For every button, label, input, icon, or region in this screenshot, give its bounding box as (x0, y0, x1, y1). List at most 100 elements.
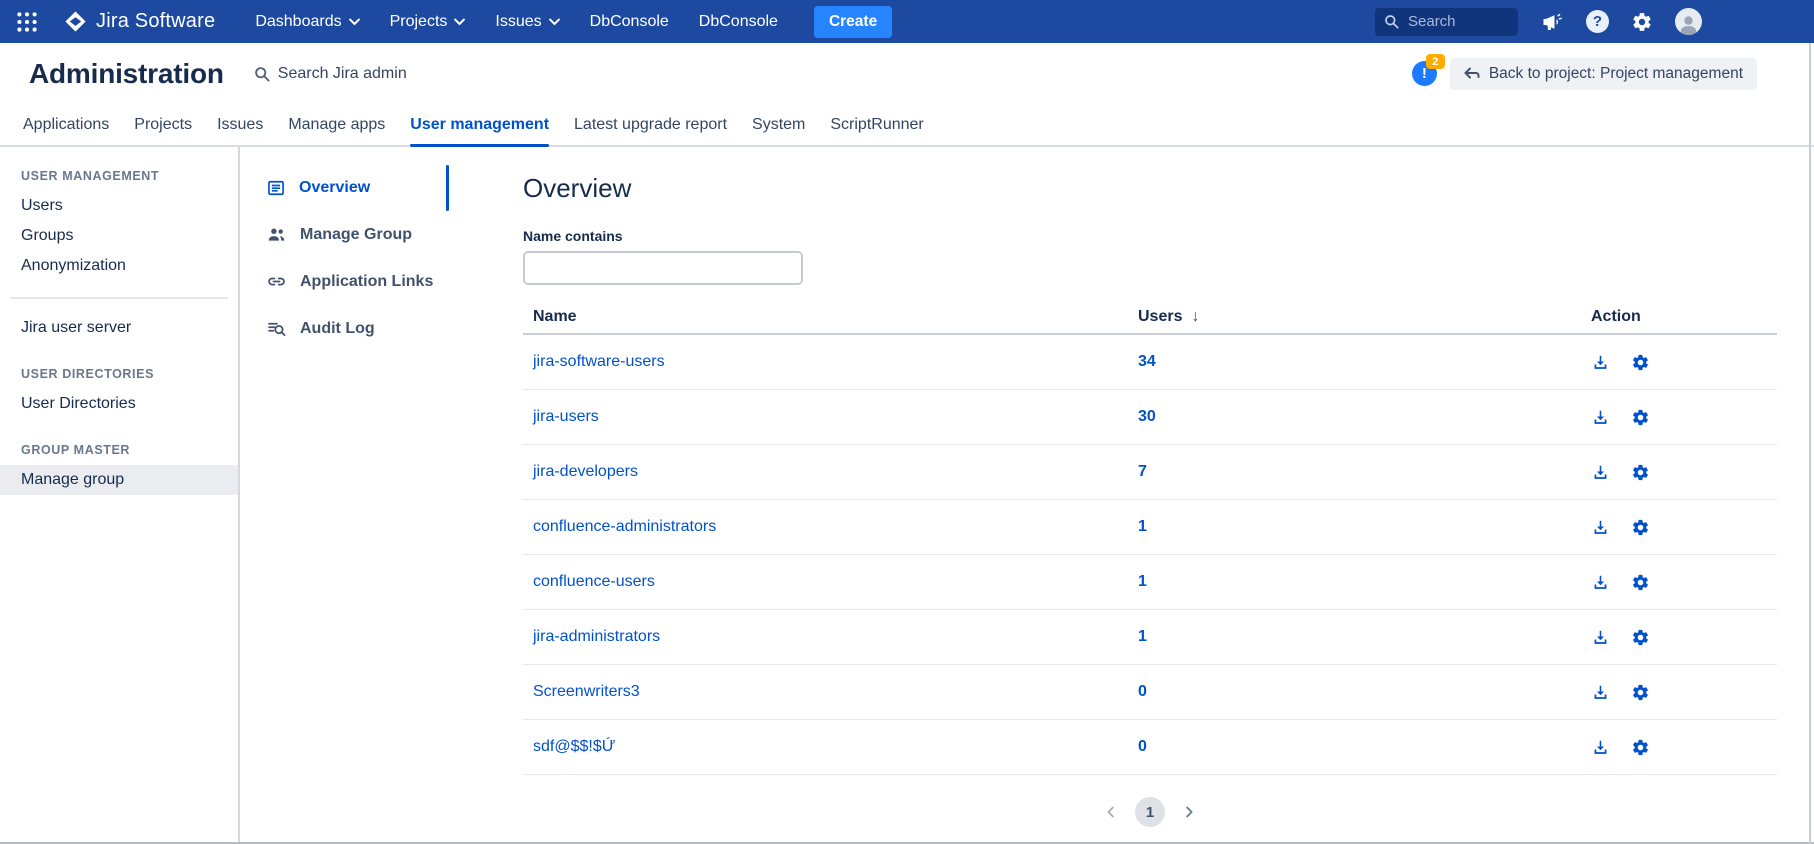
nav-item-dbconsole-1[interactable]: DbConsole (590, 13, 669, 31)
sidebar-item-user-directories[interactable]: User Directories (0, 389, 238, 419)
group-users-count[interactable]: 0 (1138, 683, 1147, 701)
tab-applications[interactable]: Applications (23, 104, 109, 145)
table-row: sdf@$$!$Ứ 0 (523, 720, 1777, 775)
sidebar-item-manage-group[interactable]: Manage group (0, 465, 238, 495)
section-title: Overview (523, 173, 1777, 204)
previous-page-icon[interactable] (1102, 803, 1120, 821)
tab-user-management[interactable]: User management (410, 104, 549, 145)
jira-logo-text: Jira Software (96, 10, 215, 33)
group-users-count[interactable]: 0 (1138, 738, 1147, 756)
export-download-icon[interactable] (1591, 683, 1610, 702)
next-page-icon[interactable] (1180, 803, 1198, 821)
group-settings-gear-icon[interactable] (1631, 738, 1650, 757)
submenu-item-audit-log[interactable]: Audit Log (240, 305, 455, 352)
table-row: confluence-administrators 1 (523, 500, 1777, 555)
groups-table: Name Users ↓ Action jira-software-users … (523, 301, 1777, 775)
gear-icon[interactable] (1631, 11, 1653, 33)
tab-latest-upgrade-report[interactable]: Latest upgrade report (574, 104, 727, 145)
group-users-count[interactable]: 34 (1138, 353, 1156, 371)
sidebar-item-users[interactable]: Users (0, 191, 238, 221)
jira-admin-page: Jira Software Dashboards Projects Issues… (0, 0, 1814, 844)
navbar-right-group: ? (1375, 8, 1702, 36)
sidebar-item-jira-user-server[interactable]: Jira user server (0, 313, 238, 343)
tab-scriptrunner[interactable]: ScriptRunner (830, 104, 923, 145)
column-header-action: Action (1560, 308, 1777, 326)
column-header-users[interactable]: Users ↓ (1138, 308, 1560, 326)
tab-projects[interactable]: Projects (134, 104, 192, 145)
group-settings-gear-icon[interactable] (1631, 463, 1650, 482)
group-users-count[interactable]: 7 (1138, 463, 1147, 481)
group-users-count[interactable]: 1 (1138, 518, 1147, 536)
nav-item-issues[interactable]: Issues (495, 13, 559, 31)
people-icon (266, 224, 287, 245)
sidebar-item-groups[interactable]: Groups (0, 221, 238, 251)
sidebar-heading-user-directories: USER DIRECTORIES (0, 367, 238, 381)
announcements-megaphone-icon[interactable] (1540, 10, 1564, 34)
nav-item-dashboards[interactable]: Dashboards (255, 13, 359, 31)
help-icon[interactable]: ? (1586, 10, 1609, 33)
global-search[interactable] (1375, 8, 1518, 36)
submenu-item-manage-group[interactable]: Manage Group (240, 211, 455, 258)
export-download-icon[interactable] (1591, 518, 1610, 537)
global-search-input[interactable] (1406, 12, 1509, 31)
group-name-link[interactable]: Screenwriters3 (533, 683, 640, 700)
table-header-row: Name Users ↓ Action (523, 301, 1777, 335)
submenu-item-overview[interactable]: Overview (240, 165, 455, 211)
admin-header: Administration Search Jira admin ! 2 Bac… (0, 43, 1814, 104)
export-download-icon[interactable] (1591, 353, 1610, 372)
group-settings-gear-icon[interactable] (1631, 408, 1650, 427)
create-button[interactable]: Create (814, 6, 892, 38)
nav-item-projects[interactable]: Projects (390, 13, 466, 31)
back-to-project-button[interactable]: Back to project: Project management (1450, 58, 1757, 90)
table-row: jira-software-users 34 (523, 335, 1777, 390)
submenu-item-application-links[interactable]: Application Links (240, 258, 455, 305)
admin-tabs: Applications Projects Issues Manage apps… (0, 104, 1814, 147)
column-header-name[interactable]: Name (523, 308, 1138, 326)
chevron-down-icon (349, 18, 360, 26)
name-contains-input[interactable] (523, 251, 803, 285)
group-name-link[interactable]: jira-users (533, 408, 599, 425)
tab-manage-apps[interactable]: Manage apps (288, 104, 385, 145)
tab-system[interactable]: System (752, 104, 805, 145)
table-row: jira-users 30 (523, 390, 1777, 445)
group-name-link[interactable]: jira-administrators (533, 628, 660, 645)
search-jira-admin[interactable]: Search Jira admin (254, 65, 407, 83)
export-download-icon[interactable] (1591, 408, 1610, 427)
export-download-icon[interactable] (1591, 573, 1610, 592)
nav-item-dbconsole-2[interactable]: DbConsole (699, 13, 778, 31)
group-settings-gear-icon[interactable] (1631, 683, 1650, 702)
export-download-icon[interactable] (1591, 463, 1610, 482)
sidebar-item-anonymization[interactable]: Anonymization (0, 251, 238, 281)
tab-issues[interactable]: Issues (217, 104, 263, 145)
user-avatar[interactable] (1675, 8, 1702, 35)
group-settings-gear-icon[interactable] (1631, 573, 1650, 592)
top-navbar: Jira Software Dashboards Projects Issues… (0, 0, 1814, 43)
sidebar-heading-group-master: GROUP MASTER (0, 443, 238, 457)
notification-badge: 2 (1426, 54, 1445, 69)
group-name-link[interactable]: jira-developers (533, 463, 638, 480)
table-row: Screenwriters3 0 (523, 665, 1777, 720)
app-switcher-icon[interactable] (14, 9, 40, 35)
sort-descending-icon[interactable]: ↓ (1191, 308, 1199, 326)
notification-info-icon[interactable]: ! 2 (1412, 61, 1437, 86)
page-number-button[interactable]: 1 (1135, 797, 1165, 827)
group-users-count[interactable]: 1 (1138, 573, 1147, 591)
export-download-icon[interactable] (1591, 738, 1610, 757)
group-settings-gear-icon[interactable] (1631, 518, 1650, 537)
group-name-link[interactable]: sdf@$$!$Ứ (533, 738, 615, 755)
group-users-count[interactable]: 30 (1138, 408, 1156, 426)
group-name-link[interactable]: jira-software-users (533, 353, 665, 370)
group-settings-gear-icon[interactable] (1631, 628, 1650, 647)
pagination: 1 (523, 797, 1777, 827)
name-contains-label: Name contains (523, 228, 1777, 244)
group-name-link[interactable]: confluence-users (533, 573, 655, 590)
group-name-link[interactable]: confluence-administrators (533, 518, 716, 535)
group-settings-gear-icon[interactable] (1631, 353, 1650, 372)
admin-header-right: ! 2 Back to project: Project management (1412, 58, 1757, 90)
audit-log-icon (266, 318, 287, 339)
chevron-down-icon (549, 18, 560, 26)
search-icon (254, 66, 270, 82)
export-download-icon[interactable] (1591, 628, 1610, 647)
group-users-count[interactable]: 1 (1138, 628, 1147, 646)
jira-logo[interactable]: Jira Software (64, 10, 215, 33)
